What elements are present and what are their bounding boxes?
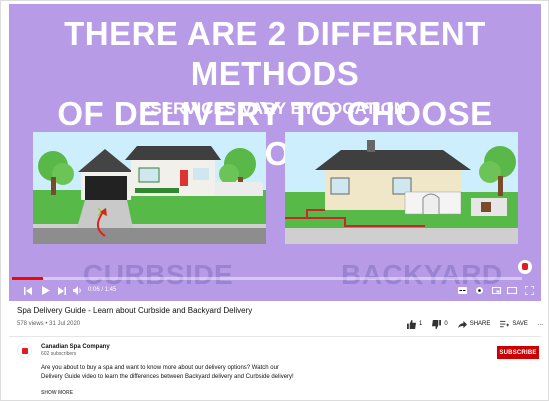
curbside-illustration: ✕ (33, 132, 266, 244)
channel-name[interactable]: Canadian Spa Company (41, 344, 110, 350)
headline-line-1: THERE ARE 2 DIFFERENT METHODS (64, 15, 486, 92)
video-title: Spa Delivery Guide - Learn about Curbsid… (17, 306, 253, 315)
volume-icon[interactable] (72, 284, 84, 297)
fullscreen-icon[interactable] (524, 284, 534, 297)
dislike-button[interactable]: 0 (432, 319, 448, 329)
video-description: Are you about to buy a spa and want to k… (41, 365, 294, 380)
video-subline: *SERVICES VARY BY LOCATION (143, 99, 407, 118)
time-display: 0:06 / 1:45 (88, 287, 117, 293)
like-count: 1 (419, 321, 423, 327)
backyard-illustration (285, 132, 518, 244)
curbside-scene-image: ✕ (33, 132, 266, 244)
video-actions: 1 0 SHARE SAVE ... (407, 318, 549, 330)
thumbs-down-icon (432, 319, 442, 329)
next-icon[interactable] (57, 284, 67, 297)
settings-icon[interactable] (474, 284, 484, 297)
player-controls: 0:06 / 1:45 (9, 280, 541, 301)
subtitles-icon[interactable] (457, 284, 467, 297)
share-button[interactable]: SHARE (457, 320, 491, 329)
more-icon: ... (537, 321, 543, 327)
miniplayer-icon[interactable] (491, 284, 501, 297)
video-player[interactable]: THERE ARE 2 DIFFERENT METHODS OF DELIVER… (9, 4, 541, 301)
thumbs-up-icon (407, 319, 416, 329)
subscriber-count: 602 subscribers (41, 351, 77, 357)
channel-avatar[interactable] (17, 343, 32, 358)
more-actions-button[interactable]: ... (538, 321, 543, 327)
share-icon (457, 320, 467, 328)
video-meta: 578 views • 31 Jul 2020 (17, 321, 81, 327)
save-button[interactable]: SAVE (500, 320, 528, 329)
divider (9, 336, 541, 337)
playlist-add-icon (500, 320, 510, 327)
share-label: SHARE (469, 321, 491, 327)
previous-icon[interactable] (23, 284, 33, 297)
dislike-count: 0 (444, 321, 448, 327)
show-more-button[interactable]: SHOW MORE (41, 390, 73, 396)
play-icon[interactable] (41, 284, 51, 297)
subscribe-button[interactable]: SUBSCRIBE (497, 346, 539, 359)
like-button[interactable]: 1 (407, 319, 423, 329)
backyard-scene-image (285, 132, 518, 244)
save-label: SAVE (512, 321, 528, 327)
theater-icon[interactable] (507, 284, 517, 297)
channel-watermark-icon[interactable] (518, 260, 532, 274)
